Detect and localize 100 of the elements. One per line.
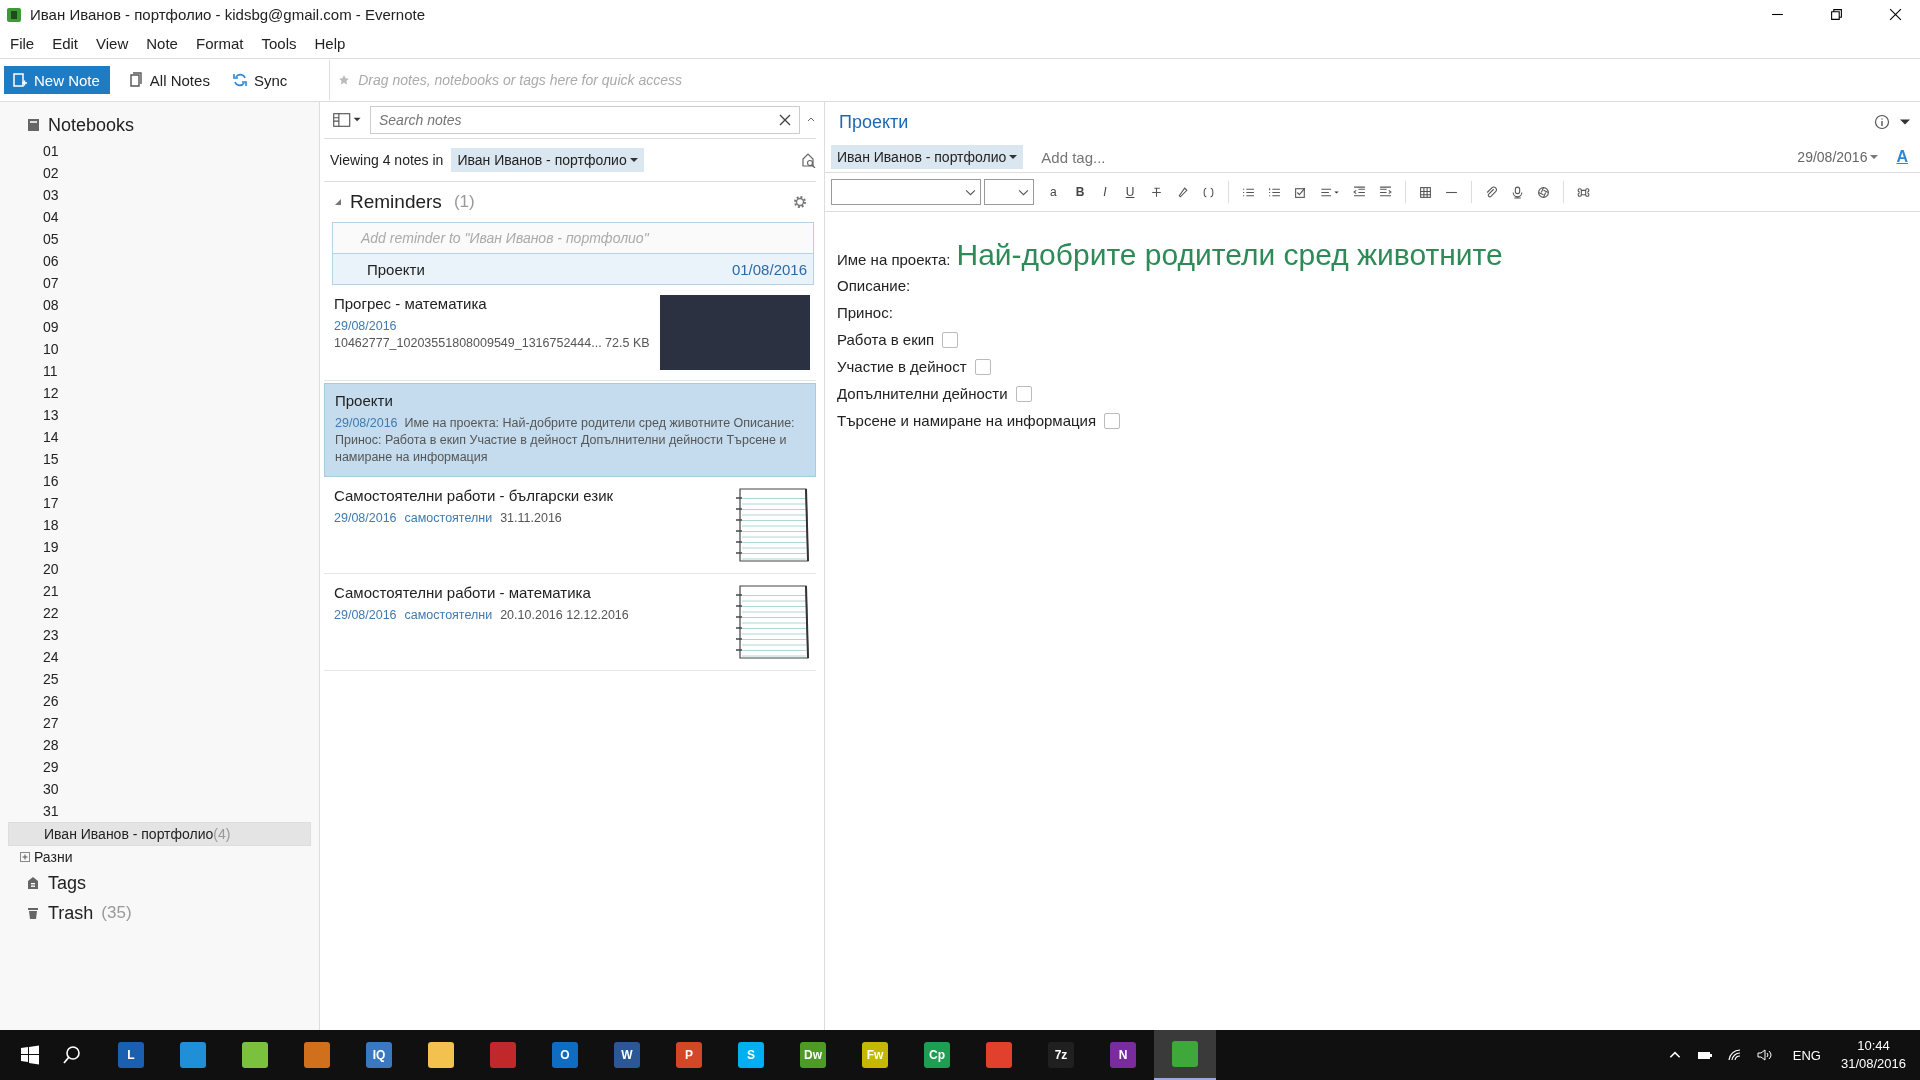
taskbar-app[interactable]: N [1092, 1030, 1154, 1080]
clock-date[interactable]: 31/08/2016 [1840, 1055, 1906, 1073]
notebook-item[interactable]: 23 [8, 624, 311, 646]
speaker-icon[interactable] [1756, 1048, 1773, 1062]
clock-time[interactable]: 10:44 [1857, 1037, 1890, 1055]
notebook-item[interactable]: Иван Иванов - портфолио(4) [8, 822, 311, 846]
strikethrough-icon[interactable] [1150, 185, 1164, 199]
note-card[interactable]: Прогрес - математика 29/08/2016 10462777_10203551808009549_1316752444... 72.5 KB [324, 287, 816, 381]
taskbar-app[interactable] [1154, 1030, 1216, 1080]
note-card[interactable]: Самостоятелни работи - български език 29/08/2016 самостоятелни 31.11.2016 [324, 479, 816, 574]
notebook-item[interactable]: 08 [8, 294, 311, 316]
notebook-item[interactable]: 28 [8, 734, 311, 756]
notebook-item[interactable]: 01 [8, 140, 311, 162]
outdent-icon[interactable] [1353, 185, 1367, 199]
notebook-item[interactable]: 18 [8, 514, 311, 536]
taskbar-app[interactable]: L [100, 1030, 162, 1080]
date-dropdown[interactable]: 29/08/2016 [1791, 148, 1885, 166]
notebook-item[interactable]: 19 [8, 536, 311, 558]
menu-item[interactable]: Help [314, 35, 346, 52]
camera-shutter-icon[interactable] [1537, 185, 1551, 199]
notebook-item[interactable]: 10 [8, 338, 311, 360]
checkbox[interactable] [1104, 412, 1121, 429]
checkbox[interactable] [942, 331, 959, 348]
expand-icon[interactable] [20, 852, 30, 862]
checkbox-icon[interactable] [1294, 185, 1308, 199]
close-icon[interactable] [1889, 8, 1902, 21]
notebook-item[interactable]: 09 [8, 316, 311, 338]
tags-heading[interactable]: Tags [48, 872, 87, 894]
menu-item[interactable]: View [96, 35, 129, 52]
format-button[interactable]: U [1122, 185, 1138, 199]
paperclip-icon[interactable] [1485, 185, 1499, 199]
reminder-item[interactable]: Проекти 01/08/2016 [333, 254, 813, 284]
note-card[interactable]: Самостоятелни работи - математика 29/08/2016 самостоятелни 20.10.2016 12.12.2016 [324, 576, 816, 671]
indent-icon[interactable] [1379, 185, 1393, 199]
font-size-dropdown[interactable] [984, 179, 1034, 205]
notebook-item[interactable]: 22 [8, 602, 311, 624]
taskbar-app[interactable]: W [596, 1030, 658, 1080]
notebook-item[interactable]: 26 [8, 690, 311, 712]
menu-item[interactable]: Edit [52, 35, 79, 52]
notebook-item[interactable]: 27 [8, 712, 311, 734]
search-icon[interactable] [62, 1045, 82, 1065]
code-braces-icon[interactable] [1202, 185, 1216, 199]
notebook-item[interactable]: 15 [8, 448, 311, 470]
search-field[interactable]: Search notes [370, 106, 800, 134]
notebook-item[interactable]: 14 [8, 426, 311, 448]
notebook-item[interactable]: 02 [8, 162, 311, 184]
notebook-item[interactable]: 20 [8, 558, 311, 580]
taskbar-app[interactable]: P [658, 1030, 720, 1080]
notebook-item[interactable]: 31 [8, 800, 311, 822]
table-icon[interactable] [1419, 185, 1433, 199]
tag-field[interactable]: Add tag... [1039, 147, 1244, 167]
windows-start-icon[interactable] [20, 1045, 40, 1065]
settings-icon[interactable] [792, 194, 808, 210]
checkbox[interactable] [974, 358, 991, 375]
notebook-item[interactable]: 03 [8, 184, 311, 206]
notebook-item[interactable]: 12 [8, 382, 311, 404]
highlighter-icon[interactable] [1176, 185, 1190, 199]
notebook-item[interactable]: 16 [8, 470, 311, 492]
sync-button[interactable]: Sync [227, 71, 292, 89]
notebook-item[interactable]: 30 [8, 778, 311, 800]
stack-item[interactable]: Разни [34, 849, 73, 865]
menu-item[interactable]: Tools [261, 35, 297, 52]
microphone-icon[interactable] [1511, 185, 1525, 199]
notebook-item[interactable]: 25 [8, 668, 311, 690]
notebook-item[interactable]: 13 [8, 404, 311, 426]
all-notes-button[interactable]: All Notes [123, 71, 214, 89]
taskbar-app[interactable]: IQ [348, 1030, 410, 1080]
trash-heading[interactable]: Trash [48, 902, 94, 924]
notebook-item[interactable]: 04 [8, 206, 311, 228]
wifi-icon[interactable] [1726, 1048, 1743, 1062]
note-card[interactable]: Проекти 29/08/2016 Име на проекта: Най-добрите родители сред животните Описание: Принос: Работа в екип Участие в дейност Допълнителни дейности Търсене и намиране на информация [324, 383, 816, 477]
numbered-list-icon[interactable] [1268, 185, 1282, 199]
notebooks-heading[interactable]: Notebooks [48, 114, 135, 136]
info-icon[interactable] [1874, 114, 1890, 130]
font-family-dropdown[interactable] [831, 179, 981, 205]
new-note-button[interactable]: New Note [4, 66, 110, 94]
taskbar-app[interactable]: Dw [782, 1030, 844, 1080]
notebook-item[interactable]: 05 [8, 228, 311, 250]
command-icon[interactable] [1577, 185, 1591, 199]
note-title[interactable]: Проекти [839, 111, 909, 133]
checkbox[interactable] [1015, 385, 1032, 402]
format-button[interactable]: a [1047, 185, 1060, 199]
more-caret-icon[interactable] [1900, 117, 1910, 127]
notebook-dropdown[interactable]: Иван Иванов - портфолио [831, 145, 1024, 169]
taskbar-app[interactable]: 7z [1030, 1030, 1092, 1080]
notebook-item[interactable]: 21 [8, 580, 311, 602]
expand-triangle-icon[interactable] [334, 198, 342, 206]
menu-item[interactable]: File [10, 35, 35, 52]
notebook-item[interactable]: 06 [8, 250, 311, 272]
notebook-item[interactable]: 29 [8, 756, 311, 778]
language-indicator[interactable]: ENG [1792, 1047, 1821, 1063]
notebook-item[interactable]: 24 [8, 646, 311, 668]
format-button[interactable]: B [1072, 185, 1088, 199]
clear-icon[interactable] [779, 114, 791, 126]
notebook-dropdown[interactable]: Иван Иванов - портфолио [451, 148, 644, 172]
menu-item[interactable]: Format [195, 35, 244, 52]
notebook-item[interactable]: 17 [8, 492, 311, 514]
format-button[interactable]: I [1100, 185, 1110, 199]
notebook-item[interactable]: 11 [8, 360, 311, 382]
font-color-button[interactable]: A [1894, 148, 1910, 166]
